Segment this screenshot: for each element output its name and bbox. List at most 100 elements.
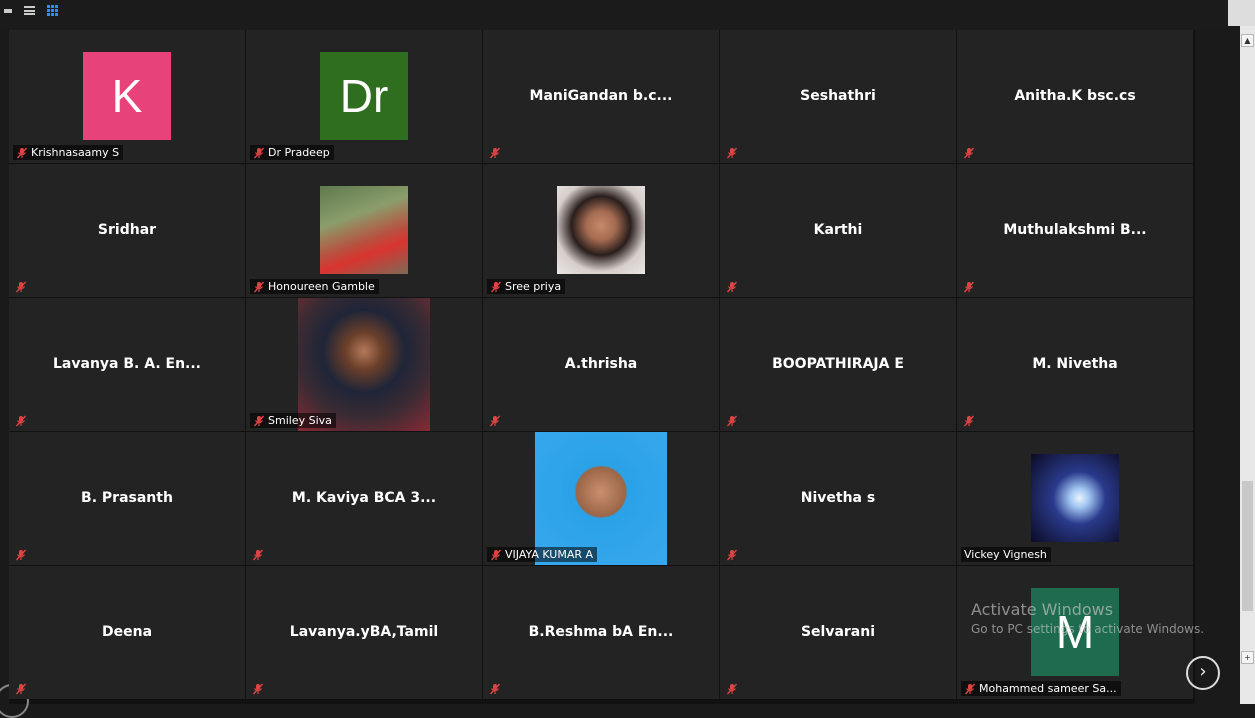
muted-mic-icon xyxy=(15,415,27,427)
participant-name: Nivetha s xyxy=(800,490,876,506)
participant-label: Smiley Siva xyxy=(250,413,336,428)
scroll-up-icon[interactable]: ▲ xyxy=(1241,34,1254,47)
muted-mic-icon xyxy=(726,549,738,561)
muted-mic-icon xyxy=(252,683,264,695)
participant-tile[interactable]: Vickey Vignesh xyxy=(957,432,1193,565)
participant-tile[interactable]: Dr Dr Pradeep xyxy=(246,30,482,163)
participant-label xyxy=(961,414,977,428)
participant-name: M. Kaviya BCA 3... xyxy=(291,490,437,506)
participant-label xyxy=(724,682,740,696)
participant-tile[interactable]: K Krishnasaamy S xyxy=(9,30,245,163)
scrollbar[interactable]: ▲ + xyxy=(1240,26,1255,704)
watermark-title: Activate Windows xyxy=(971,600,1114,619)
participant-name: Anitha.K bsc.cs xyxy=(1014,88,1136,104)
participant-tile[interactable]: B. Prasanth xyxy=(9,432,245,565)
participant-name: ManiGandan b.c... xyxy=(529,88,673,104)
muted-mic-icon xyxy=(15,683,27,695)
participant-tile[interactable]: Deena xyxy=(9,566,245,699)
participant-name: Selvarani xyxy=(800,624,876,640)
speaker-view-icon[interactable] xyxy=(24,6,35,15)
participant-tile[interactable]: Selvarani xyxy=(720,566,956,699)
participant-tile[interactable]: Sridhar xyxy=(9,164,245,297)
muted-mic-icon xyxy=(963,147,975,159)
participant-name: Karthi xyxy=(813,222,863,238)
muted-mic-icon xyxy=(490,281,502,293)
participant-tile[interactable]: B.Reshma bA En... xyxy=(483,566,719,699)
participant-label xyxy=(250,682,266,696)
muted-mic-icon xyxy=(253,415,265,427)
muted-mic-icon xyxy=(490,549,502,561)
participant-label: Dr Pradeep xyxy=(250,145,334,160)
participant-label xyxy=(724,146,740,160)
muted-mic-icon xyxy=(964,683,976,695)
participant-label xyxy=(250,548,266,562)
participant-label xyxy=(724,548,740,562)
participant-display-name: Krishnasaamy S xyxy=(31,146,120,159)
participant-tile[interactable]: Lavanya.yBA,Tamil xyxy=(246,566,482,699)
participant-tile[interactable]: ManiGandan b.c... xyxy=(483,30,719,163)
participant-tile[interactable]: VIJAYA KUMAR A xyxy=(483,432,719,565)
view-switcher xyxy=(4,5,58,16)
participant-label xyxy=(13,682,29,696)
profile-photo xyxy=(557,186,645,274)
participant-label xyxy=(961,146,977,160)
participant-tile[interactable]: Smiley Siva xyxy=(246,298,482,431)
muted-mic-icon xyxy=(489,147,501,159)
muted-mic-icon xyxy=(963,415,975,427)
participant-label xyxy=(724,280,740,294)
muted-mic-icon xyxy=(489,683,501,695)
participant-tile[interactable]: Nivetha s xyxy=(720,432,956,565)
participant-name: A.thrisha xyxy=(564,356,638,372)
participant-name: Lavanya B. A. En... xyxy=(53,356,201,372)
participant-name: B. Prasanth xyxy=(81,490,173,506)
participant-label: Mohammed sameer Sa... xyxy=(961,681,1121,696)
muted-mic-icon xyxy=(15,549,27,561)
participant-label xyxy=(13,280,29,294)
participant-display-name: Smiley Siva xyxy=(268,414,332,427)
participant-display-name: Honoureen Gamble xyxy=(268,280,375,293)
zoom-in-icon[interactable]: + xyxy=(1241,651,1254,664)
muted-mic-icon xyxy=(726,147,738,159)
scrollbar-thumb[interactable] xyxy=(1242,481,1253,611)
watermark-subtitle: Go to PC settings to activate Windows. xyxy=(971,622,1205,636)
participant-label xyxy=(487,414,503,428)
profile-photo xyxy=(298,298,430,431)
participant-tile[interactable]: Muthulakshmi B... xyxy=(957,164,1193,297)
participant-tile[interactable]: M. Kaviya BCA 3... xyxy=(246,432,482,565)
participant-name: Lavanya.yBA,Tamil xyxy=(289,624,439,640)
participant-name: BOOPATHIRAJA E xyxy=(772,356,904,372)
gallery-view-icon[interactable] xyxy=(47,5,58,16)
next-page-button[interactable]: › xyxy=(1186,656,1220,690)
participant-tile[interactable]: Lavanya B. A. En... xyxy=(9,298,245,431)
participant-name: Sridhar xyxy=(97,222,157,238)
participant-tile[interactable]: Sree priya xyxy=(483,164,719,297)
minimize-icon[interactable] xyxy=(4,8,12,13)
participant-label xyxy=(487,146,503,160)
muted-mic-icon xyxy=(16,147,28,159)
participant-tile[interactable]: M. Nivetha xyxy=(957,298,1193,431)
muted-mic-icon xyxy=(489,415,501,427)
participant-tile[interactable]: Honoureen Gamble xyxy=(246,164,482,297)
participant-label: VIJAYA KUMAR A xyxy=(487,547,598,562)
participant-tile[interactable]: Karthi xyxy=(720,164,956,297)
participant-display-name: Mohammed sameer Sa... xyxy=(979,682,1117,695)
muted-mic-icon xyxy=(252,549,264,561)
top-toolbar xyxy=(0,0,1228,30)
participant-tile[interactable]: Seshathri xyxy=(720,30,956,163)
profile-photo xyxy=(1031,454,1119,542)
participant-display-name: Sree priya xyxy=(505,280,562,293)
participant-tile[interactable]: A.thrisha xyxy=(483,298,719,431)
participant-label xyxy=(13,414,29,428)
participant-tile[interactable]: Anitha.K bsc.cs xyxy=(957,30,1193,163)
side-panel-edge xyxy=(1228,0,1255,26)
participant-display-name: Dr Pradeep xyxy=(268,146,330,159)
participant-label: Krishnasaamy S xyxy=(13,145,124,160)
participant-tile[interactable]: BOOPATHIRAJA E xyxy=(720,298,956,431)
muted-mic-icon xyxy=(15,281,27,293)
participant-name: M. Nivetha xyxy=(1032,356,1118,372)
participant-display-name: VIJAYA KUMAR A xyxy=(505,548,594,561)
muted-mic-icon xyxy=(726,415,738,427)
muted-mic-icon xyxy=(253,147,265,159)
participant-name: Seshathri xyxy=(800,88,876,104)
profile-photo xyxy=(535,432,667,565)
